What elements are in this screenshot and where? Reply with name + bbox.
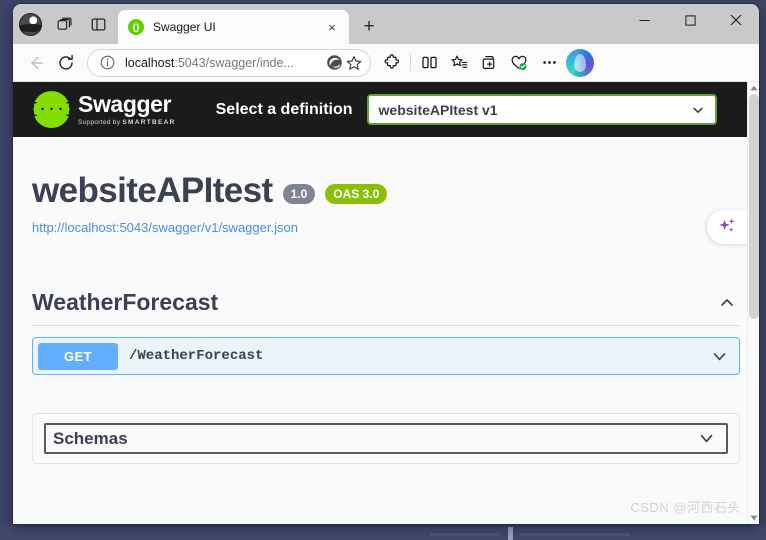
taskbar-item-active	[508, 527, 513, 540]
scroll-down-arrow	[750, 515, 758, 521]
vertical-tabs-button[interactable]	[81, 7, 115, 41]
swagger-logo-icon: {···}	[29, 91, 74, 128]
swagger-favicon: {}	[128, 19, 144, 35]
operation-expand-button[interactable]	[704, 347, 734, 366]
taskbar-item	[430, 533, 500, 536]
site-info-icon[interactable]	[97, 53, 117, 73]
split-screen-icon	[421, 56, 437, 69]
schemas-toggle-row[interactable]: Schemas	[44, 423, 728, 454]
window-controls	[621, 4, 759, 44]
scroll-down-button[interactable]	[748, 512, 759, 524]
extensions-button[interactable]	[377, 48, 407, 78]
collections-button[interactable]	[474, 48, 504, 78]
taskbar	[0, 527, 766, 540]
minimize-button[interactable]	[621, 4, 667, 36]
swagger-topbar: {···} Swagger Supported by SMARTBEAR Sel…	[13, 82, 759, 137]
ai-sparkle-icon	[719, 218, 735, 233]
browser-essentials-button[interactable]	[504, 48, 534, 78]
browser-tab-strip: {} Swagger UI × +	[13, 4, 759, 44]
swagger-brand-sub: Supported by SMARTBEAR	[78, 119, 176, 126]
more-options-button[interactable]	[534, 48, 564, 78]
tag-section-weatherforecast: WeatherForecast GET /WeatherForecast	[32, 289, 740, 375]
vertical-tabs-icon	[91, 17, 105, 31]
scrollbar-thumb[interactable]	[749, 94, 759, 319]
add-favorite-button[interactable]	[344, 53, 364, 73]
url-path: :5043/swagger/inde...	[174, 55, 294, 70]
chevron-down-icon	[692, 107, 703, 113]
smartbear-label: SMARTBEAR	[122, 119, 176, 126]
schemas-expand-button[interactable]	[693, 429, 719, 448]
chevron-up-icon	[721, 298, 733, 306]
address-bar-url: localhost:5043/swagger/inde...	[125, 56, 324, 70]
tag-collapse-button[interactable]	[714, 294, 740, 312]
split-screen-button[interactable]	[414, 48, 444, 78]
chevron-down-icon	[713, 352, 725, 360]
browser-window: {} Swagger UI × + localhost:5043/swagger…	[13, 4, 759, 524]
refresh-icon	[59, 54, 73, 70]
profile-avatar-icon	[18, 12, 42, 36]
read-aloud-button[interactable]	[324, 53, 344, 73]
watermark: CSDN @河西石头	[630, 500, 741, 515]
toolbar-divider	[410, 54, 411, 71]
definition-select[interactable]: websiteAPItest v1	[366, 94, 717, 125]
taskbar-item	[520, 533, 630, 536]
select-definition-label: Select a definition	[215, 100, 353, 118]
api-title-row: websiteAPItest 1.0 OAS 3.0	[32, 173, 759, 208]
oas-badge: OAS 3.0	[325, 183, 388, 204]
browser-toolbar: localhost:5043/swagger/inde...	[13, 44, 759, 82]
supported-by-label: Supported by	[78, 119, 121, 126]
back-arrow-icon	[31, 56, 43, 69]
tag-header[interactable]: WeatherForecast	[32, 289, 740, 326]
more-options-icon	[542, 61, 556, 64]
operation-path: /WeatherForecast	[129, 348, 264, 364]
tab-search-button[interactable]	[47, 7, 81, 41]
edge-read-icon	[326, 55, 342, 70]
url-host: localhost	[125, 55, 175, 70]
browser-essentials-icon	[511, 55, 527, 70]
maximize-button[interactable]	[667, 4, 713, 36]
close-icon	[730, 14, 742, 26]
back-button[interactable]	[21, 48, 51, 78]
star-icon	[346, 55, 362, 70]
browser-tab[interactable]: {} Swagger UI ×	[118, 10, 349, 44]
schemas-title: Schemas	[53, 428, 128, 448]
maximize-icon	[684, 14, 696, 26]
scroll-up-arrow	[750, 85, 758, 91]
scroll-up-button[interactable]	[748, 82, 759, 94]
swagger-wordmark: Swagger Supported by SMARTBEAR	[78, 91, 176, 127]
collections-add-icon	[482, 55, 494, 70]
tab-title: Swagger UI	[153, 20, 216, 34]
desktop-background: {} Swagger UI × + localhost:5043/swagger…	[0, 0, 766, 540]
page-scrollbar[interactable]	[747, 82, 759, 524]
swagger-brand-name: Swagger	[78, 91, 172, 117]
version-badge: 1.0	[282, 183, 316, 204]
refresh-button[interactable]	[51, 48, 81, 78]
swagger-logo: {···} Swagger Supported by SMARTBEAR	[29, 91, 176, 128]
tag-title: WeatherForecast	[32, 289, 219, 315]
api-info-block: websiteAPItest 1.0 OAS 3.0 http://localh…	[13, 137, 759, 235]
copilot-button[interactable]	[566, 48, 594, 77]
tab-close-button[interactable]: ×	[323, 18, 341, 36]
swagger-json-link[interactable]: http://localhost:5043/swagger/v1/swagger…	[32, 220, 759, 235]
new-tab-button[interactable]: +	[354, 11, 384, 41]
profile-button[interactable]	[13, 7, 47, 41]
page-viewport: {···} Swagger Supported by SMARTBEAR Sel…	[13, 82, 759, 524]
http-method-badge: GET	[38, 342, 118, 370]
close-button[interactable]	[713, 4, 759, 36]
favorites-button[interactable]	[444, 48, 474, 78]
schemas-section: Schemas	[32, 413, 740, 464]
chevron-down-icon	[700, 434, 712, 443]
operation-row-get-weatherforecast[interactable]: GET /WeatherForecast	[32, 337, 740, 375]
ai-sparkle-button[interactable]	[707, 210, 749, 244]
extensions-puzzle-icon	[384, 54, 399, 69]
address-bar[interactable]: localhost:5043/swagger/inde...	[87, 48, 371, 77]
minimize-icon	[639, 19, 649, 21]
definition-select-value: websiteAPItest v1	[378, 101, 498, 118]
page-title: websiteAPItest	[32, 171, 273, 210]
tab-search-icon	[57, 17, 72, 30]
favorites-list-icon	[450, 55, 467, 68]
